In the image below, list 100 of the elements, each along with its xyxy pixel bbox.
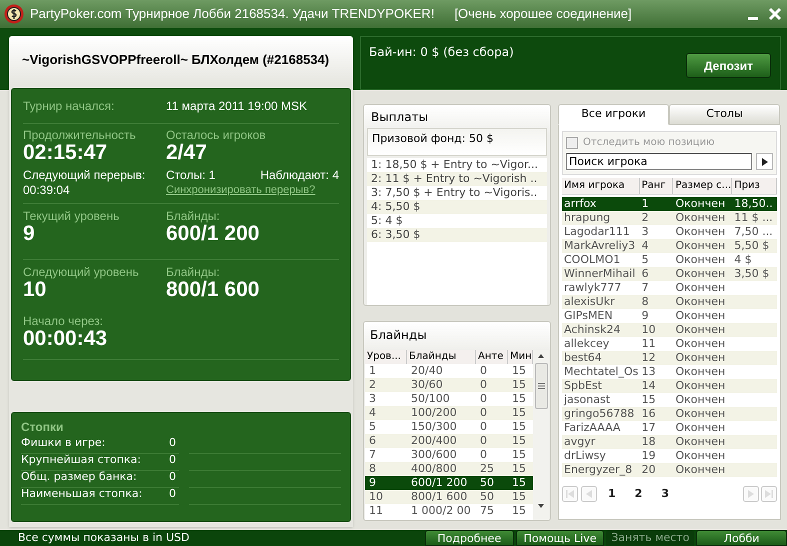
blinds-row[interactable]: 4 100/200 0 15 (365, 406, 533, 420)
table-cell-text: 8 (640, 295, 650, 309)
table-cell-text: 15 (511, 476, 527, 490)
table-cell-text: 10 (640, 323, 657, 337)
blinds-row[interactable]: 8 400/800 25 15 (365, 462, 533, 476)
player-row[interactable]: arrfox 1 Окончен 18,50.. (562, 197, 777, 211)
label: Начало через: (23, 314, 104, 328)
table-cell-text: 11 (368, 504, 384, 518)
table-cell-text: MarkAvreliy3 (563, 239, 636, 253)
table-cell-text: 0 (479, 378, 488, 392)
table-cell-text: Окончен (674, 379, 726, 393)
table-cell-text: Окончен (674, 337, 726, 351)
tab[interactable]: Столы (669, 104, 780, 125)
scrollbar[interactable] (533, 350, 549, 520)
table-cell-text: 18 (640, 435, 657, 449)
player-row[interactable]: MarkAvreliy3 4 Окончен 5,50 $ (562, 239, 777, 253)
deposit-button[interactable]: Депозит (686, 53, 771, 78)
table-cell-text: 15 (511, 462, 527, 476)
label: Следующий уровень (23, 265, 140, 279)
table-cell-text: 6 (640, 267, 650, 281)
blinds-row[interactable]: 6 200/400 0 15 (365, 434, 533, 448)
table-cell-text: Окончен (674, 393, 726, 407)
table-cell-text: 7,50 ... (733, 225, 774, 239)
chip-logo-icon (4, 4, 24, 24)
column-header[interactable]: Размер с... (673, 178, 732, 194)
table-cell-text: 1 (368, 364, 377, 378)
table-cell-text: 0 (479, 434, 488, 448)
table-cell-text: 600/1 200 (410, 476, 468, 490)
footer-button[interactable]: Лобби (696, 530, 787, 546)
table-cell-text: 10 (368, 490, 384, 504)
table-cell-text: 0 (479, 448, 488, 462)
sync-link[interactable]: Синхронизировать перерыв? (166, 183, 316, 198)
table-cell-text: 11 (640, 337, 657, 351)
play-icon (762, 158, 768, 166)
table-cell-text: 12 (640, 351, 657, 365)
table-cell-text: 30/60 (410, 378, 444, 392)
table-cell-text: Окончен (674, 253, 726, 267)
table-cell-text: Achinsk24 (563, 323, 622, 337)
column-header[interactable]: Приз (732, 178, 777, 194)
table-cell-text: 15 (511, 364, 527, 378)
status-text: Все суммы показаны в in USD (17, 530, 190, 546)
label: Блайнды: (166, 209, 221, 223)
player-row[interactable]: avgyr 18 Окончен (562, 435, 777, 449)
table-cell-text: 4 (368, 406, 377, 420)
table-cell-text: 200/400 (410, 434, 458, 448)
stack-value: 0 (169, 486, 176, 502)
table-cell-text: 15 (511, 448, 527, 462)
table-cell-text: arrfox (563, 197, 598, 211)
player-row[interactable]: SpbEst 14 Окончен (562, 379, 777, 393)
blinds-row[interactable]: 10 800/1 600 50 15 (365, 490, 533, 504)
player-row[interactable]: best64 12 Окончен (562, 351, 777, 365)
table-cell-text: 15 (511, 420, 527, 434)
table-cell-text: 16 (640, 407, 657, 421)
table-cell-text: alexisUkr (563, 295, 616, 309)
player-row[interactable]: gringo56788 16 Окончен (562, 407, 777, 421)
player-row[interactable]: Energyzer_8 20 Окончен (562, 463, 777, 477)
label: Текущий уровень (23, 209, 120, 223)
level-value: 10 (23, 279, 46, 301)
table-cell-text: 50/100 (410, 392, 451, 406)
footer-button[interactable]: Помощь Live (516, 530, 604, 546)
table-cell-text: 3,50 $ (733, 267, 770, 281)
label: Следующий перерыв: (23, 168, 146, 183)
tournament-title: ~VigorishGSVOPPfreeroll~ БЛХолдем (#2168534) (21, 51, 330, 69)
search-field[interactable]: Поиск игрока (566, 153, 752, 170)
table-cell-text: 14 (640, 379, 657, 393)
go-button[interactable] (756, 153, 773, 170)
column-header[interactable]: Имя игрока (562, 178, 640, 194)
table-cell-text: avgyr (563, 435, 596, 449)
blinds-row[interactable]: 2 30/60 0 15 (365, 378, 533, 392)
table-cell-text: Окончен (674, 225, 726, 239)
close-icon[interactable] (767, 6, 783, 22)
player-row[interactable]: Achinsk24 10 Окончен (562, 323, 777, 337)
table-cell-text: 15 (640, 393, 657, 407)
observers-count: Наблюдают: 4 (260, 168, 339, 183)
tab[interactable]: Все игроки (558, 104, 669, 125)
table-cell-text: 19 (640, 449, 657, 463)
player-row[interactable]: alexisUkr 8 Окончен (562, 295, 777, 309)
table-cell-text: 9 (368, 476, 377, 490)
footer-button[interactable]: Подробнее (424, 530, 514, 546)
page-link[interactable]: 2 (626, 486, 650, 502)
table-cell-text: COOLMO1 (563, 253, 622, 267)
table-cell-text: 15 (511, 406, 527, 420)
player-row[interactable]: hrapung 2 Окончен 11 $ ... (562, 211, 777, 225)
table-cell-text: 9 (640, 309, 650, 323)
table-cell-text: 1 (640, 197, 650, 211)
table-cell-text: 75 (479, 504, 495, 518)
table-cell-text: 15 (511, 392, 527, 406)
player-row[interactable]: WinnerMihail 6 Окончен 3,50 $ (562, 267, 777, 281)
table-cell-text: drLiwsy (563, 449, 607, 463)
scroll-thumb[interactable] (534, 363, 548, 409)
page-link[interactable]: 3 (653, 486, 677, 502)
level-value: 9 (23, 223, 35, 245)
blinds-row[interactable]: 9 600/1 200 50 15 (365, 476, 533, 490)
table-cell-text: Окончен (674, 365, 726, 379)
page-link[interactable]: 1 (600, 486, 624, 502)
column-header[interactable]: Ранг (640, 178, 674, 194)
table-cell-text: 800/1 600 (410, 490, 468, 504)
break-time: 00:39:04 (23, 183, 71, 198)
payout-row: 2: 11 $ + Entry to ~Vigorish .. (367, 172, 547, 186)
start-time: 11 марта 2011 19:00 MSK (166, 98, 308, 115)
